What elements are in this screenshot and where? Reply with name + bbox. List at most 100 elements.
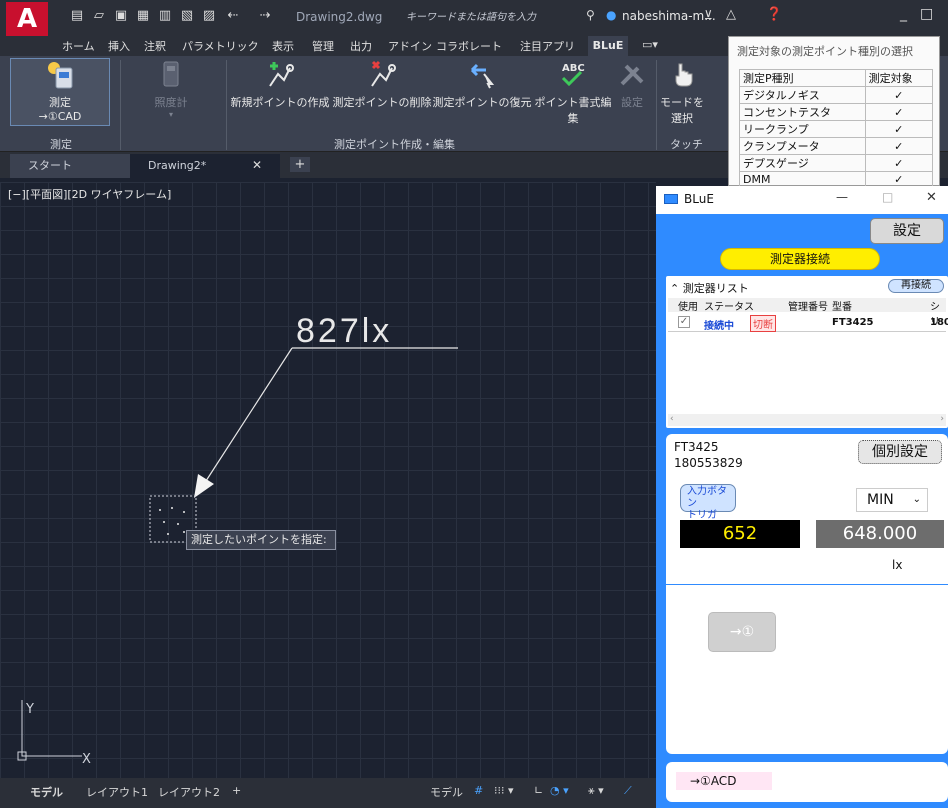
ribbon-separator bbox=[120, 60, 121, 150]
measure-target-checkbox[interactable]: ✓ bbox=[864, 86, 934, 104]
new-point-button[interactable]: 新規ポイントの作成 bbox=[230, 60, 330, 110]
window-maximize-icon[interactable]: □ bbox=[920, 6, 933, 22]
horizontal-scrollbar[interactable]: ‹ › bbox=[668, 414, 946, 426]
tab-home[interactable]: ホーム bbox=[62, 38, 95, 54]
snap-toggle-icon[interactable]: ⁝⁝⁝ ▾ bbox=[494, 784, 514, 797]
device-serial: 180553829 bbox=[674, 456, 743, 470]
restore-point-label: 測定ポイントの復元 bbox=[432, 96, 532, 109]
delete-point-button[interactable]: 測定ポイントの削除 bbox=[332, 60, 432, 110]
user-name[interactable]: nabeshima-m... bbox=[622, 9, 716, 23]
table-row[interactable]: リークランプ ✓ bbox=[739, 120, 934, 138]
save-icon[interactable]: ▣ bbox=[114, 8, 128, 24]
status-tab-model[interactable]: モデル bbox=[30, 784, 63, 800]
tab-featured-apps[interactable]: 注目アプリ bbox=[520, 38, 575, 54]
binoculars-icon[interactable]: ⚲ bbox=[586, 8, 595, 22]
illuminometer-button[interactable]: 照度計 ▾ bbox=[138, 60, 204, 119]
ribbon-toggle-icon[interactable]: ▭▾ bbox=[642, 38, 658, 51]
status-tab-layout2[interactable]: レイアウト2 bbox=[158, 784, 220, 800]
close-tab-icon[interactable]: ✕ bbox=[252, 158, 262, 172]
dropdown-arrow-icon: ▾ bbox=[168, 110, 173, 119]
measure-target-checkbox[interactable]: ✓ bbox=[864, 154, 934, 172]
point-type-table: 測定P種別 測定対象 デジタルノギス ✓ コンセントテスタ ✓ リークランプ ✓ クラ… bbox=[739, 69, 934, 188]
disconnect-button[interactable]: 切断 bbox=[750, 315, 776, 332]
osnap-toggle-icon[interactable]: ⟋ bbox=[624, 784, 632, 798]
status-add-layout-icon[interactable]: + bbox=[232, 784, 241, 797]
measure-label-1: 測定 bbox=[49, 96, 71, 109]
select-mode-label-1: モードを bbox=[660, 96, 704, 109]
tab-annotate[interactable]: 注釈 bbox=[144, 38, 166, 54]
measure-cad-button-content[interactable]: 測定 →①CAD bbox=[10, 60, 110, 123]
window-minimize-icon[interactable]: _ bbox=[900, 6, 907, 22]
table-row[interactable]: ✓ 接続中 切断 FT3425 180 bbox=[668, 314, 948, 332]
save-as-icon[interactable]: ▦ bbox=[136, 8, 150, 24]
table-row[interactable]: デジタルノギス ✓ bbox=[739, 86, 934, 104]
restore-point-button[interactable]: 測定ポイントの復元 bbox=[432, 60, 532, 110]
tab-blue[interactable]: BLuE bbox=[588, 36, 628, 56]
tab-view[interactable]: 表示 bbox=[272, 38, 294, 54]
add-tab-icon[interactable]: + bbox=[290, 157, 310, 172]
grid-toggle-icon[interactable]: # bbox=[474, 784, 483, 797]
help-icon[interactable]: ❓ bbox=[766, 7, 782, 22]
connect-device-button[interactable]: 測定器接続 bbox=[720, 248, 880, 270]
plot-icon[interactable]: ▥ bbox=[158, 8, 172, 24]
device-list-toggle[interactable]: ⌃ 測定器リスト bbox=[670, 280, 749, 296]
blue-maximize-icon[interactable]: □ bbox=[882, 190, 893, 204]
scroll-left-icon[interactable]: ‹ bbox=[670, 414, 674, 424]
tab-output[interactable]: 出力 bbox=[350, 38, 372, 54]
blue-title-bar[interactable]: BLuE — □ ✕ bbox=[656, 186, 948, 214]
mode-select[interactable]: MIN ⌄ bbox=[856, 488, 928, 512]
autodesk-a360-icon[interactable]: △ bbox=[726, 7, 736, 22]
measure-target-checkbox[interactable]: ✓ bbox=[864, 137, 934, 155]
trigger-label-1: 入力ボタン bbox=[687, 486, 727, 509]
blue-settings-button[interactable]: 設定 bbox=[870, 218, 944, 244]
share-icon[interactable]: ▧ bbox=[180, 8, 194, 24]
blue-close-icon[interactable]: ✕ bbox=[926, 190, 937, 205]
device-list-panel: ⌃ 測定器リスト 再接続 使用 ステータス 管理番号 型番 シリ ✓ 接続中 切… bbox=[666, 276, 948, 428]
new-point-icon bbox=[269, 62, 294, 87]
redo-icon[interactable]: ⇢ bbox=[258, 8, 272, 24]
tab-start[interactable]: スタート bbox=[10, 154, 130, 178]
new-file-icon[interactable]: ▤ bbox=[70, 8, 84, 24]
scroll-right-icon[interactable]: › bbox=[940, 414, 944, 424]
open-folder-icon[interactable]: ▱ bbox=[92, 8, 106, 24]
select-mode-label-2: 選択 bbox=[671, 112, 693, 125]
use-checkbox[interactable]: ✓ bbox=[678, 316, 690, 328]
measured-value-display: 648.000 bbox=[816, 520, 944, 548]
reconnect-button[interactable]: 再接続 bbox=[888, 279, 944, 293]
table-row[interactable]: クランプメータ ✓ bbox=[739, 137, 934, 155]
measure-target-checkbox[interactable]: ✓ bbox=[864, 103, 934, 121]
status-tab-layout1[interactable]: レイアウト1 bbox=[86, 784, 148, 800]
isodraft-toggle-icon[interactable]: ⚹ ▾ bbox=[588, 784, 604, 798]
individual-settings-button[interactable]: 個別設定 bbox=[858, 440, 942, 464]
point-type-name: コンセントテスタ bbox=[739, 103, 866, 121]
document-name: Drawing2.dwg bbox=[296, 10, 383, 24]
col-mgmt-number: 管理番号 bbox=[788, 302, 828, 313]
input-button-trigger[interactable]: 入力ボタン トリガ bbox=[680, 484, 736, 521]
select-mode-button[interactable]: モードを 選択 bbox=[660, 60, 704, 126]
table-row[interactable]: コンセントテスタ ✓ bbox=[739, 103, 934, 121]
tab-addin[interactable]: アドイン bbox=[388, 38, 432, 54]
acd-target-label[interactable]: →①ACD bbox=[676, 772, 772, 790]
delete-point-label: 測定ポイントの削除 bbox=[332, 96, 432, 109]
undo-icon[interactable]: ⇠ bbox=[226, 8, 240, 24]
send-to-cad-button[interactable]: →① bbox=[708, 612, 776, 652]
user-icon[interactable]: ● bbox=[606, 8, 616, 22]
ortho-toggle-icon[interactable]: ∟ bbox=[534, 784, 543, 797]
tab-manage[interactable]: 管理 bbox=[312, 38, 334, 54]
tab-insert[interactable]: 挿入 bbox=[108, 38, 130, 54]
cart-icon[interactable]: ⊻ bbox=[704, 8, 713, 22]
table-row[interactable]: デプスゲージ ✓ bbox=[739, 154, 934, 172]
blue-minimize-icon[interactable]: — bbox=[836, 190, 848, 204]
autocad-logo-icon[interactable]: A bbox=[6, 2, 48, 36]
tab-parametric[interactable]: パラメトリック bbox=[182, 38, 259, 54]
tab-collaborate[interactable]: コラボレート bbox=[436, 38, 502, 54]
illuminance-annotation[interactable]: 827lx bbox=[296, 312, 392, 351]
measure-target-checkbox[interactable]: ✓ bbox=[864, 120, 934, 138]
settings-ribbon-button[interactable]: 設定 bbox=[612, 60, 652, 110]
status-model-space[interactable]: モデル bbox=[430, 784, 463, 800]
search-input[interactable]: キーワードまたは語句を入力 bbox=[392, 8, 570, 28]
command-tooltip: 測定したいポイントを指定: bbox=[186, 530, 336, 550]
format-edit-button[interactable]: ABC ポイント書式編集 bbox=[530, 60, 616, 126]
polar-toggle-icon[interactable]: ◔ ▾ bbox=[550, 784, 569, 797]
print-icon[interactable]: ▨ bbox=[202, 8, 216, 24]
